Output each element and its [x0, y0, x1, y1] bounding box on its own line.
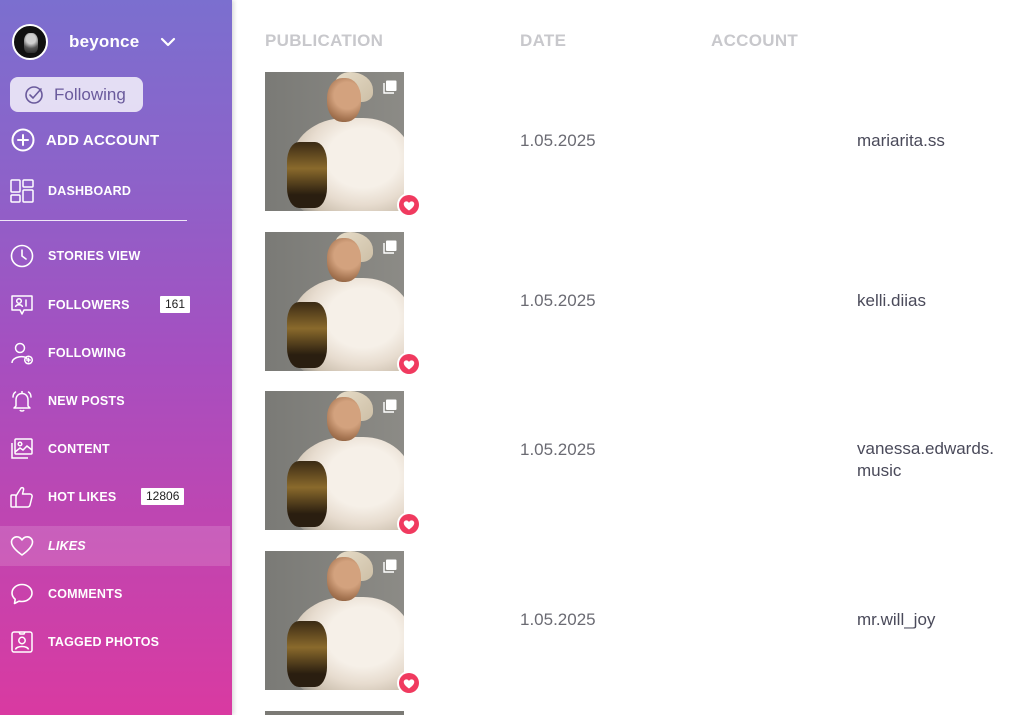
- sidebar-item-content[interactable]: CONTENT: [0, 429, 230, 469]
- sidebar-item-label: FOLLOWERS: [48, 298, 130, 312]
- tagged-photo-icon: [11, 631, 33, 653]
- dashboard-icon: [10, 179, 34, 203]
- following-button[interactable]: Following: [10, 77, 143, 112]
- sidebar-item-likes[interactable]: LIKES: [0, 526, 230, 566]
- heart-icon: [10, 536, 34, 556]
- sidebar-item-label: CONTENT: [48, 442, 110, 456]
- comment-icon: [11, 583, 33, 605]
- sidebar: beyonce Following ADD ACCOUNT DASHBOARD: [0, 0, 232, 715]
- followers-icon: [11, 295, 33, 315]
- table-row[interactable]: 1.05.2025 mr.will_joy: [232, 551, 1024, 711]
- date-cell: 1.05.2025: [520, 440, 596, 459]
- column-header-publication: PUBLICATION: [265, 31, 384, 50]
- table-row[interactable]: 1.05.2025 kelli.diias: [232, 232, 1024, 392]
- likes-table: PUBLICATION DATE ACCOUNT 1.05.2025 maria…: [232, 0, 1024, 715]
- sidebar-item-dashboard[interactable]: DASHBOARD: [0, 171, 230, 211]
- multiple-photos-icon: [383, 399, 397, 413]
- add-account-button[interactable]: ADD ACCOUNT: [11, 128, 159, 152]
- multiple-photos-icon: [383, 80, 397, 94]
- publication-thumbnail[interactable]: [265, 551, 404, 690]
- publication-thumbnail[interactable]: [265, 72, 404, 211]
- multiple-photos-icon: [383, 559, 397, 573]
- publication-thumbnail-partial[interactable]: [265, 711, 404, 715]
- liked-heart-icon: [399, 673, 419, 693]
- bell-icon: [12, 391, 32, 412]
- date-cell: 1.05.2025: [520, 291, 596, 310]
- following-button-label: Following: [54, 84, 126, 104]
- account-link[interactable]: mariarita.ss: [857, 130, 1017, 152]
- table-row[interactable]: 1.05.2025 vanessa.edwards. music: [232, 391, 1024, 551]
- plus-circle-icon: [11, 128, 35, 152]
- publication-thumbnail[interactable]: [265, 232, 404, 371]
- sidebar-item-label: HOT LIKES: [48, 490, 117, 504]
- account-link[interactable]: vanessa.edwards. music: [857, 438, 1017, 482]
- column-header-date: DATE: [520, 31, 567, 50]
- date-cell: 1.05.2025: [520, 610, 596, 629]
- liked-heart-icon: [399, 195, 419, 215]
- check-circle-icon: [25, 85, 43, 104]
- account-link[interactable]: mr.will_joy: [857, 609, 1017, 631]
- sidebar-item-label: TAGGED PHOTOS: [48, 635, 160, 649]
- avatar: [12, 24, 48, 60]
- multiple-photos-icon: [383, 240, 397, 254]
- sidebar-item-label: LIKES: [48, 539, 86, 553]
- account-switcher[interactable]: beyonce: [12, 22, 177, 62]
- sidebar-item-comments[interactable]: COMMENTS: [0, 574, 230, 614]
- sidebar-item-label: COMMENTS: [48, 587, 123, 601]
- column-header-account: ACCOUNT: [711, 31, 799, 50]
- username: beyonce: [69, 32, 140, 51]
- sidebar-item-label: FOLLOWING: [48, 346, 127, 360]
- date-cell: 1.05.2025: [520, 131, 596, 150]
- sidebar-item-label: NEW POSTS: [48, 394, 125, 408]
- table-row[interactable]: 1.05.2025 mariarita.ss: [232, 72, 1024, 232]
- sidebar-item-tagged-photos[interactable]: TAGGED PHOTOS: [0, 622, 230, 662]
- sidebar-item-stories-view[interactable]: STORIES VIEW: [0, 236, 230, 276]
- liked-heart-icon: [399, 514, 419, 534]
- sidebar-item-new-posts[interactable]: NEW POSTS: [0, 381, 230, 421]
- liked-heart-icon: [399, 354, 419, 374]
- followers-count-badge: 161: [160, 296, 191, 313]
- clock-icon: [10, 244, 34, 268]
- gallery-icon: [11, 438, 33, 459]
- add-account-label: ADD ACCOUNT: [46, 131, 160, 149]
- publication-thumbnail[interactable]: [265, 391, 404, 530]
- following-icon: [11, 342, 34, 365]
- sidebar-item-following[interactable]: FOLLOWING: [0, 333, 230, 373]
- sidebar-item-followers[interactable]: FOLLOWERS 161: [0, 285, 230, 325]
- account-link[interactable]: kelli.diias: [857, 290, 1017, 312]
- sidebar-item-label: DASHBOARD: [48, 184, 132, 198]
- chevron-down-icon[interactable]: [159, 33, 177, 51]
- sidebar-item-label: STORIES VIEW: [48, 249, 141, 263]
- divider: [0, 220, 187, 221]
- sidebar-item-hot-likes[interactable]: HOT LIKES 12806: [0, 477, 230, 517]
- hot-likes-count-badge: 12806: [141, 488, 185, 505]
- thumbs-up-icon: [10, 486, 33, 508]
